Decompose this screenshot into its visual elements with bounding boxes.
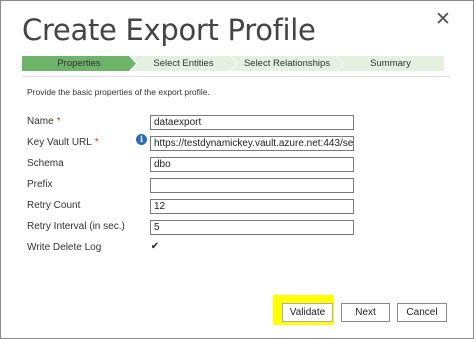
cancel-button[interactable]: Cancel xyxy=(397,303,447,322)
schema-input[interactable]: dbo xyxy=(150,157,354,172)
required-marker: * xyxy=(56,116,61,127)
create-export-profile-dialog: Create Export Profile ✕ Properties Selec… xyxy=(0,0,474,339)
name-label: Name * xyxy=(27,116,61,127)
step-label: Select Relationships xyxy=(243,58,331,69)
prefix-input[interactable] xyxy=(150,178,354,193)
step-properties[interactable]: Properties xyxy=(22,56,136,71)
next-button[interactable]: Next xyxy=(341,303,390,322)
retry-count-label: Retry Count xyxy=(27,200,81,211)
step-label: Select Entities xyxy=(153,58,214,69)
wizard-steps: Properties Select Entities Select Relati… xyxy=(22,56,450,71)
close-icon[interactable]: ✕ xyxy=(435,9,451,31)
key-vault-url-input[interactable]: https://testdynamickey.vault.azure.net:4… xyxy=(150,136,354,151)
divider xyxy=(22,76,450,77)
required-marker: * xyxy=(94,137,99,148)
schema-label: Schema xyxy=(27,158,64,169)
info-icon[interactable]: i xyxy=(136,134,147,145)
dialog-title: Create Export Profile xyxy=(22,13,316,47)
description-text: Provide the basic properties of the expo… xyxy=(27,87,210,97)
retry-count-input[interactable]: 12 xyxy=(150,199,354,214)
step-select-relationships[interactable]: Select Relationships xyxy=(231,56,343,71)
step-label: Properties xyxy=(57,58,101,69)
step-label: Summary xyxy=(370,58,411,69)
key-vault-url-label: Key Vault URL * xyxy=(27,137,99,148)
write-delete-log-checkbox[interactable]: ✔ xyxy=(150,242,160,252)
prefix-label: Prefix xyxy=(27,179,53,190)
name-input[interactable]: dataexport xyxy=(150,115,354,130)
retry-interval-input[interactable]: 5 xyxy=(150,220,354,235)
step-select-entities[interactable]: Select Entities xyxy=(130,56,237,71)
validate-button[interactable]: Validate xyxy=(282,303,333,322)
write-delete-log-label: Write Delete Log xyxy=(27,242,102,253)
step-summary[interactable]: Summary xyxy=(337,56,444,71)
retry-interval-label: Retry Interval (in sec.) xyxy=(27,221,125,232)
